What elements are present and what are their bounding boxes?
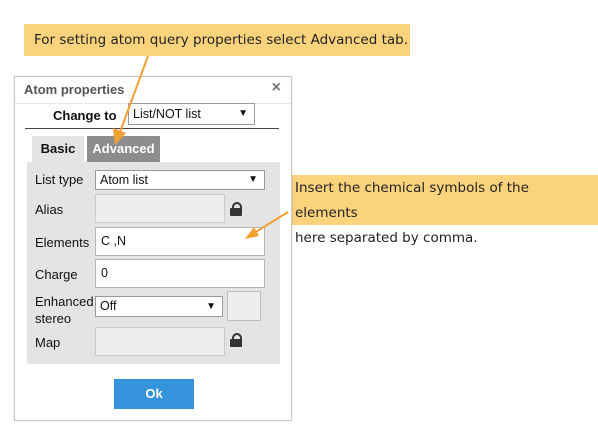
callout-arrows [113,55,289,239]
arrow-to-advanced-tab [113,55,149,145]
arrow-to-elements-field [245,211,289,239]
